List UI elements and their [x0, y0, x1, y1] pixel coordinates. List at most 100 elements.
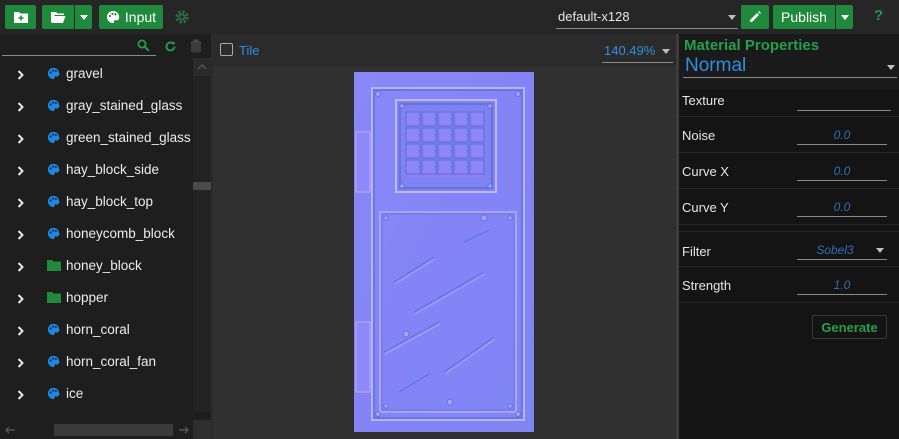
scroll-right-arrow[interactable]	[178, 424, 190, 439]
tree-item[interactable]: honeycomb_block	[0, 218, 193, 250]
strength-row: Strength 1.0	[679, 267, 899, 303]
open-project-button[interactable]	[42, 5, 74, 29]
tree-item[interactable]: hopper	[0, 282, 193, 314]
tree-vertical-scrollbar[interactable]	[193, 58, 211, 439]
texture-viewer: Tile 140.49%	[213, 34, 676, 439]
filter-label: Filter	[682, 244, 711, 259]
curve-y-row: Curve Y 0.0	[679, 189, 899, 225]
folder-plus-icon	[13, 10, 29, 24]
scroll-left-arrow[interactable]	[4, 424, 16, 439]
curve-x-label: Curve X	[682, 164, 729, 179]
tree-horizontal-scrollbar[interactable]	[0, 420, 211, 439]
input-button-label: Input	[124, 9, 157, 25]
curve-x-field[interactable]: 0.0	[797, 161, 887, 181]
palette-icon	[106, 10, 120, 24]
tree-item[interactable]: gravel	[0, 58, 193, 90]
palette-icon	[47, 323, 60, 339]
palette-icon	[47, 163, 60, 179]
folder-icon	[47, 259, 61, 274]
strength-value: 1.0	[833, 278, 851, 292]
palette-icon	[47, 131, 60, 147]
preset-select-value: default-x128	[558, 9, 630, 24]
scroll-corner	[193, 420, 211, 439]
palette-icon	[47, 387, 60, 403]
generate-button[interactable]: Generate	[812, 315, 887, 339]
tree-item-label: hay_block_side	[66, 162, 160, 177]
folder-icon	[47, 291, 61, 306]
tile-label[interactable]: Tile	[239, 43, 259, 58]
tree-item[interactable]: horn_coral_fan	[0, 346, 193, 378]
normal-map-preview[interactable]	[354, 72, 534, 432]
curve-y-value: 0.0	[833, 200, 851, 214]
chevron-right-icon[interactable]	[17, 68, 25, 83]
texture-row: Texture	[679, 83, 899, 117]
search-icon[interactable]	[137, 39, 150, 55]
chevron-right-icon[interactable]	[17, 100, 25, 115]
chevron-right-icon[interactable]	[17, 228, 25, 243]
scroll-track[interactable]	[193, 76, 211, 412]
chevron-right-icon[interactable]	[17, 260, 25, 275]
publish-button[interactable]: Publish	[773, 5, 835, 29]
texture-tree: gravel gray_stained_glass green_stained_gl…	[0, 58, 193, 430]
preset-select[interactable]: default-x128	[556, 5, 738, 29]
palette-icon	[47, 227, 60, 243]
curve-y-field[interactable]: 0.0	[797, 197, 887, 217]
new-project-button[interactable]	[5, 5, 36, 29]
clipboard-icon[interactable]	[190, 39, 202, 56]
chevron-down-icon	[876, 248, 884, 253]
zoom-select[interactable]: 140.49%	[602, 41, 673, 63]
palette-icon	[47, 195, 60, 211]
tile-checkbox[interactable]	[220, 43, 233, 56]
curve-x-value: 0.0	[833, 164, 851, 178]
scroll-up-arrow[interactable]	[193, 58, 211, 76]
chevron-down-icon	[79, 14, 88, 20]
material-type-select[interactable]: Normal	[683, 54, 897, 78]
tree-item[interactable]: hay_block_side	[0, 154, 193, 186]
chevron-down-icon	[887, 65, 895, 70]
tree-item-label: gravel	[66, 66, 103, 81]
help-button[interactable]: ?	[874, 7, 883, 24]
pencil-icon	[748, 10, 762, 24]
tree-item-label: hay_block_top	[66, 194, 154, 209]
chevron-right-icon[interactable]	[17, 292, 25, 307]
filter-select[interactable]: Sobel3	[797, 240, 887, 260]
search-input[interactable]	[2, 36, 156, 56]
properties-header: Material Properties Normal	[679, 34, 899, 90]
curve-y-label: Curve Y	[682, 200, 729, 215]
search-row	[0, 34, 211, 60]
open-recent-dropdown[interactable]	[75, 5, 92, 29]
refresh-icon[interactable]	[164, 40, 177, 56]
input-button[interactable]: Input	[99, 5, 163, 29]
gear-icon[interactable]	[174, 9, 190, 25]
strength-field[interactable]: 1.0	[797, 275, 887, 295]
tree-item-label: hopper	[66, 290, 109, 305]
curve-x-row: Curve X 0.0	[679, 153, 899, 189]
chevron-right-icon[interactable]	[17, 164, 25, 179]
chevron-right-icon[interactable]	[17, 196, 25, 211]
noise-row: Noise 0.0	[679, 117, 899, 153]
zoom-value: 140.49%	[604, 43, 656, 58]
tree-item[interactable]: ice	[0, 378, 193, 410]
publish-options-dropdown[interactable]	[836, 5, 853, 29]
tree-item-label: green_stained_glass	[66, 130, 191, 145]
tree-item[interactable]: honey_block	[0, 250, 193, 282]
tree-item-label: horn_coral	[66, 322, 130, 337]
tree-item-label: honeycomb_block	[66, 226, 175, 241]
chevron-right-icon[interactable]	[17, 132, 25, 147]
tree-item-label: honey_block	[66, 258, 142, 273]
chevron-down-icon	[662, 49, 670, 54]
tree-item[interactable]: horn_coral	[0, 314, 193, 346]
tree-item[interactable]: green_stained_glass	[0, 122, 193, 154]
material-type-value: Normal	[685, 55, 747, 76]
chevron-right-icon[interactable]	[17, 324, 25, 339]
chevron-right-icon[interactable]	[17, 388, 25, 403]
texture-tree-panel: gravel gray_stained_glass green_stained_gl…	[0, 34, 211, 439]
edit-preset-button[interactable]	[741, 5, 769, 29]
texture-field[interactable]	[797, 91, 891, 111]
tree-item[interactable]: hay_block_top	[0, 186, 193, 218]
chevron-right-icon[interactable]	[17, 356, 25, 371]
scroll-thumb[interactable]	[193, 182, 211, 190]
h-scroll-thumb[interactable]	[54, 424, 173, 436]
tree-item[interactable]: gray_stained_glass	[0, 90, 193, 122]
noise-field[interactable]: 0.0	[797, 125, 887, 145]
